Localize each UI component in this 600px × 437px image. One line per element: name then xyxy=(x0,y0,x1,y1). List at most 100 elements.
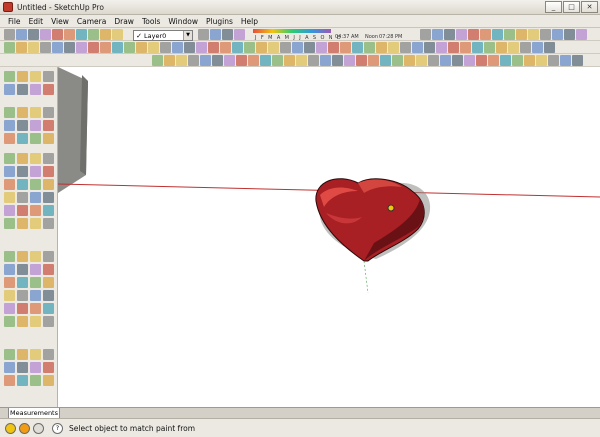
sandbox-tool-icon-33[interactable] xyxy=(536,55,547,66)
standard-tool-icon-41[interactable] xyxy=(484,42,495,53)
views-tool-icon-5[interactable] xyxy=(468,29,479,40)
standard-tool-icon-30[interactable] xyxy=(352,42,363,53)
large-tools-tool-icon-19[interactable] xyxy=(30,303,41,314)
views-tool-icon-11[interactable] xyxy=(540,29,551,40)
menu-camera[interactable]: Camera xyxy=(73,17,110,26)
standard-tool-icon-25[interactable] xyxy=(292,42,303,53)
misc-tool-icon-11[interactable] xyxy=(30,375,41,386)
menu-plugins[interactable]: Plugins xyxy=(202,17,237,26)
standard-tool-icon-45[interactable] xyxy=(532,42,543,53)
menu-file[interactable]: File xyxy=(4,17,25,26)
misc-tool-icon-7[interactable] xyxy=(30,362,41,373)
standard-tool-icon-8[interactable] xyxy=(88,42,99,53)
camera-tool-icon-23[interactable] xyxy=(30,218,41,229)
sandbox-tool-icon-8[interactable] xyxy=(236,55,247,66)
minimize-button[interactable]: _ xyxy=(545,1,562,13)
standard-tool-icon-10[interactable] xyxy=(112,42,123,53)
large-tools-tool-icon-15[interactable] xyxy=(30,290,41,301)
getting-started-tool-icon-10[interactable] xyxy=(112,29,123,40)
sandbox-tool-icon-29[interactable] xyxy=(488,55,499,66)
shadow-tool-icon-2[interactable] xyxy=(210,29,221,40)
camera-tool-icon-7[interactable] xyxy=(30,166,41,177)
standard-tool-icon-4[interactable] xyxy=(40,42,51,53)
camera-tool-icon-10[interactable] xyxy=(17,179,28,190)
principal-tool-icon-1[interactable] xyxy=(4,71,15,82)
camera-tool-icon-9[interactable] xyxy=(4,179,15,190)
views-tool-icon-8[interactable] xyxy=(504,29,515,40)
views-tool-icon-13[interactable] xyxy=(564,29,575,40)
standard-tool-icon-42[interactable] xyxy=(496,42,507,53)
getting-started-tool-icon-3[interactable] xyxy=(28,29,39,40)
standard-tool-icon-46[interactable] xyxy=(544,42,555,53)
shadow-tool-icon-1[interactable] xyxy=(198,29,209,40)
standard-tool-icon-37[interactable] xyxy=(436,42,447,53)
getting-started-tool-icon-8[interactable] xyxy=(88,29,99,40)
drawing-tool-icon-7[interactable] xyxy=(30,120,41,131)
drawing-tool-icon-5[interactable] xyxy=(4,120,15,131)
sandbox-tool-icon-23[interactable] xyxy=(416,55,427,66)
misc-tool-icon-3[interactable] xyxy=(30,349,41,360)
misc-tool-icon-8[interactable] xyxy=(43,362,54,373)
camera-tool-icon-16[interactable] xyxy=(43,192,54,203)
camera-tool-icon-21[interactable] xyxy=(4,218,15,229)
standard-tool-icon-14[interactable] xyxy=(160,42,171,53)
standard-tool-icon-12[interactable] xyxy=(136,42,147,53)
large-tools-tool-icon-14[interactable] xyxy=(17,290,28,301)
drawing-tool-icon-4[interactable] xyxy=(43,107,54,118)
standard-tool-icon-34[interactable] xyxy=(400,42,411,53)
help-icon[interactable]: ? xyxy=(52,422,63,434)
misc-tool-icon-12[interactable] xyxy=(43,375,54,386)
principal-tool-icon-2[interactable] xyxy=(17,71,28,82)
camera-tool-icon-5[interactable] xyxy=(4,166,15,177)
views-tool-icon-3[interactable] xyxy=(444,29,455,40)
camera-tool-icon-14[interactable] xyxy=(17,192,28,203)
sandbox-tool-icon-36[interactable] xyxy=(572,55,583,66)
sandbox-tool-icon-6[interactable] xyxy=(212,55,223,66)
large-tools-tool-icon-5[interactable] xyxy=(4,264,15,275)
user-icon[interactable] xyxy=(33,422,44,434)
standard-tool-icon-16[interactable] xyxy=(184,42,195,53)
standard-tool-icon-18[interactable] xyxy=(208,42,219,53)
camera-tool-icon-13[interactable] xyxy=(4,192,15,203)
principal-tool-icon-3[interactable] xyxy=(30,71,41,82)
sandbox-tool-icon-20[interactable] xyxy=(380,55,391,66)
standard-tool-icon-40[interactable] xyxy=(472,42,483,53)
menu-help[interactable]: Help xyxy=(237,17,262,26)
standard-tool-icon-28[interactable] xyxy=(328,42,339,53)
camera-tool-icon-22[interactable] xyxy=(17,218,28,229)
sandbox-tool-icon-13[interactable] xyxy=(296,55,307,66)
time-slider[interactable] xyxy=(253,29,331,33)
large-tools-tool-icon-4[interactable] xyxy=(43,251,54,262)
sandbox-tool-icon-14[interactable] xyxy=(308,55,319,66)
standard-tool-icon-39[interactable] xyxy=(460,42,471,53)
sandbox-tool-icon-19[interactable] xyxy=(368,55,379,66)
large-tools-tool-icon-23[interactable] xyxy=(30,316,41,327)
drawing-tool-icon-8[interactable] xyxy=(43,120,54,131)
views-tool-icon-10[interactable] xyxy=(528,29,539,40)
large-tools-tool-icon-6[interactable] xyxy=(17,264,28,275)
drawing-tool-icon-12[interactable] xyxy=(43,133,54,144)
large-tools-tool-icon-13[interactable] xyxy=(4,290,15,301)
standard-tool-icon-5[interactable] xyxy=(52,42,63,53)
large-tools-tool-icon-2[interactable] xyxy=(17,251,28,262)
standard-tool-icon-24[interactable] xyxy=(280,42,291,53)
sandbox-tool-icon-35[interactable] xyxy=(560,55,571,66)
large-tools-tool-icon-1[interactable] xyxy=(4,251,15,262)
camera-tool-icon-18[interactable] xyxy=(17,205,28,216)
large-tools-tool-icon-21[interactable] xyxy=(4,316,15,327)
menu-tools[interactable]: Tools xyxy=(138,17,164,26)
misc-tool-icon-10[interactable] xyxy=(17,375,28,386)
principal-tool-icon-7[interactable] xyxy=(30,84,41,95)
sandbox-tool-icon-25[interactable] xyxy=(440,55,451,66)
camera-tool-icon-6[interactable] xyxy=(17,166,28,177)
standard-tool-icon-7[interactable] xyxy=(76,42,87,53)
getting-started-tool-icon-5[interactable] xyxy=(52,29,63,40)
shadow-tool-icon-3[interactable] xyxy=(222,29,233,40)
credits-icon[interactable] xyxy=(19,422,30,434)
getting-started-tool-icon-1[interactable] xyxy=(4,29,15,40)
misc-tool-icon-2[interactable] xyxy=(17,349,28,360)
standard-tool-icon-22[interactable] xyxy=(256,42,267,53)
sandbox-tool-icon-4[interactable] xyxy=(188,55,199,66)
principal-tool-icon-8[interactable] xyxy=(43,84,54,95)
drawing-tool-icon-2[interactable] xyxy=(17,107,28,118)
